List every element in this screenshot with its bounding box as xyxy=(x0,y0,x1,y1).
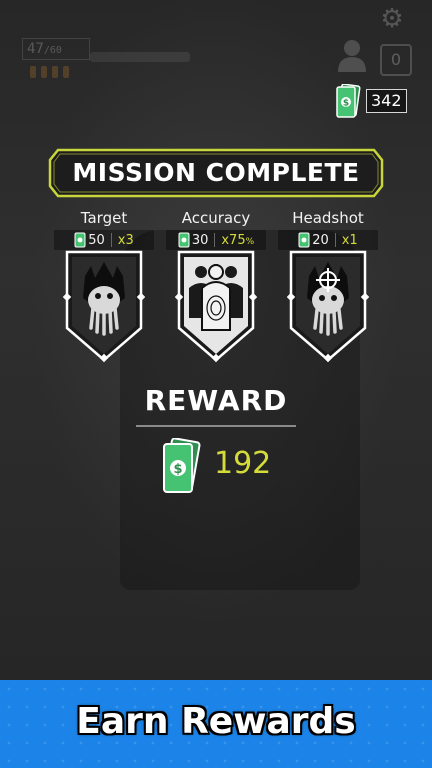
stat-target-row: 50 x3 xyxy=(54,230,154,250)
mission-complete-banner: MISSION COMPLETE xyxy=(48,148,384,198)
svg-text:$: $ xyxy=(173,462,182,477)
stat-target-multiplier: x3 xyxy=(117,232,134,248)
cash-icon xyxy=(178,232,190,248)
ammo-max: /60 xyxy=(43,45,62,56)
stat-headshot: Headshot 20 x1 xyxy=(278,208,378,250)
stat-target-value: 50 xyxy=(88,232,105,248)
stat-target-label: Target xyxy=(80,209,128,227)
reward-divider xyxy=(136,425,296,427)
stat-headshot-row: 20 x1 xyxy=(278,230,378,250)
rifle-icon xyxy=(90,52,190,62)
bullet-icons xyxy=(30,66,69,78)
stat-accuracy-value: 30 xyxy=(191,232,209,248)
stat-accuracy-row: 30 x75% xyxy=(166,230,266,250)
stat-accuracy: Accuracy 30 x75% xyxy=(166,208,266,250)
stat-headshot-multiplier: x1 xyxy=(341,232,358,248)
cash-icon: $ xyxy=(336,84,361,118)
cash-balance-amount: 342 xyxy=(366,89,407,113)
gear-icon[interactable]: ⚙ xyxy=(379,6,405,32)
stat-headshot-label: Headshot xyxy=(292,209,364,227)
user-count-badge: 0 xyxy=(380,44,412,76)
stat-headshot-value: 20 xyxy=(312,232,329,248)
cash-icon xyxy=(74,232,86,248)
promo-footer: Earn Rewards xyxy=(0,680,432,768)
cash-icon xyxy=(298,232,310,248)
promo-caption: Earn Rewards xyxy=(76,701,356,742)
monster-target-icon xyxy=(63,250,145,363)
svg-text:$: $ xyxy=(343,99,349,109)
reward-title: REWARD xyxy=(144,384,288,417)
ammo-counter: 47/60 xyxy=(22,38,90,60)
mission-complete-title: MISSION COMPLETE xyxy=(72,158,360,187)
stat-target: Target 50 x3 xyxy=(54,208,154,250)
cash-stack-icon: $ xyxy=(163,438,201,493)
cash-balance: $ 342 xyxy=(334,84,407,118)
ammo-current: 47 xyxy=(27,41,44,57)
user-icon xyxy=(338,40,366,72)
stat-accuracy-label: Accuracy xyxy=(181,209,251,227)
crosshair-monster-icon xyxy=(287,250,369,363)
reward-amount: 192 xyxy=(214,446,272,481)
shooting-targets-icon xyxy=(175,250,257,363)
stat-accuracy-multiplier: x75% xyxy=(221,232,255,248)
